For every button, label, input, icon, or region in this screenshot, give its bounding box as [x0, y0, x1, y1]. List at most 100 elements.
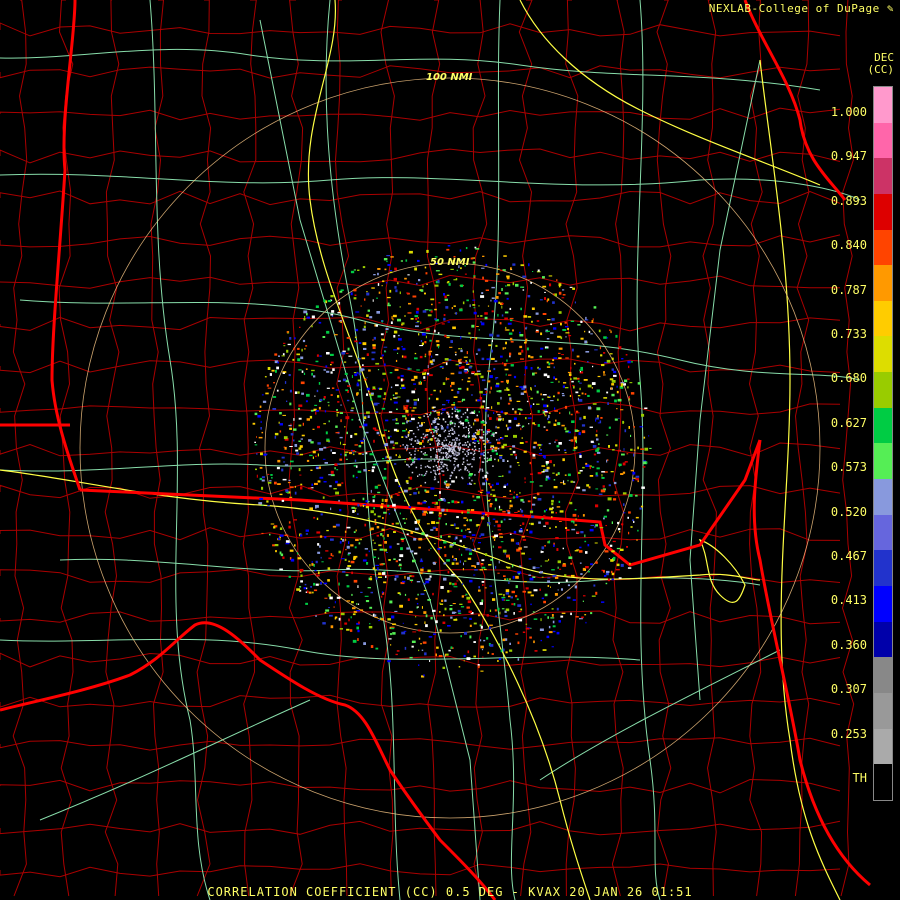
radar-echo-pixel [454, 467, 456, 470]
radar-echo-pixel [368, 369, 371, 372]
radar-echo-pixel [464, 412, 467, 414]
radar-echo-pixel [476, 496, 481, 499]
radar-echo-pixel [543, 515, 546, 518]
radar-echo-pixel [620, 563, 624, 567]
legend-swatch [874, 585, 892, 622]
radar-echo-pixel [436, 411, 440, 414]
radar-echo-pixel [299, 445, 303, 448]
radar-echo-pixel [418, 637, 421, 640]
radar-echo-pixel [423, 500, 426, 502]
radar-echo-pixel [451, 408, 454, 410]
radar-echo-pixel [539, 355, 542, 358]
radar-echo-pixel [520, 307, 522, 311]
radar-echo-pixel [559, 568, 562, 570]
radar-echo-pixel [443, 513, 447, 516]
radar-echo-pixel [453, 454, 455, 456]
radar-echo-pixel [442, 404, 446, 406]
radar-echo-pixel [620, 409, 624, 411]
radar-echo-pixel [426, 523, 430, 525]
radar-echo-pixel [564, 427, 567, 430]
radar-echo-pixel [558, 357, 562, 359]
radar-echo-pixel [274, 432, 279, 436]
radar-echo-pixel [507, 460, 509, 462]
radar-echo-pixel [427, 506, 431, 509]
radar-echo-pixel [436, 449, 438, 451]
legend-swatch [874, 372, 892, 408]
radar-echo-pixel [547, 417, 549, 420]
radar-echo-pixel [346, 545, 350, 549]
radar-echo-pixel [453, 558, 456, 561]
radar-echo-pixel [440, 446, 443, 449]
radar-echo-pixel [379, 548, 384, 551]
radar-echo-pixel [430, 298, 435, 301]
radar-echo-pixel [396, 347, 400, 350]
radar-echo-pixel [611, 357, 614, 360]
radar-echo-pixel [288, 525, 291, 529]
radar-echo-pixel [459, 308, 463, 312]
radar-echo-pixel [270, 474, 273, 476]
radar-echo-pixel [548, 540, 551, 544]
radar-echo-pixel [434, 472, 436, 474]
radar-echo-pixel [540, 332, 543, 336]
radar-echo-pixel [481, 267, 485, 269]
radar-echo-pixel [290, 467, 292, 470]
radar-echo-pixel [414, 552, 418, 555]
radar-echo-pixel [471, 448, 474, 451]
radar-echo-pixel [637, 382, 641, 385]
radar-echo-pixel [395, 359, 398, 362]
radar-echo-pixel [418, 649, 420, 652]
radar-echo-pixel [641, 413, 645, 417]
radar-echo-pixel [418, 629, 421, 632]
radar-echo-pixel [394, 368, 399, 371]
radar-echo-pixel [414, 456, 416, 459]
radar-echo-pixel [335, 480, 338, 484]
radar-echo-pixel [447, 625, 451, 627]
radar-echo-pixel [610, 387, 613, 390]
radar-echo-pixel [515, 575, 519, 579]
radar-echo-pixel [424, 353, 427, 356]
radar-echo-pixel [369, 606, 373, 609]
radar-echo-pixel [428, 636, 433, 638]
radar-echo-pixel [574, 550, 579, 552]
radar-echo-pixel [294, 391, 298, 394]
radar-echo-pixel [509, 317, 514, 320]
radar-echo-pixel [386, 331, 388, 333]
radar-echo-pixel [337, 312, 341, 314]
radar-echo-pixel [424, 341, 427, 344]
radar-echo-pixel [316, 517, 319, 520]
radar-echo-pixel [372, 299, 374, 302]
radar-echo-pixel [544, 545, 546, 547]
radar-echo-pixel [466, 459, 468, 462]
radar-echo-pixel [292, 358, 295, 361]
radar-echo-pixel [346, 399, 350, 402]
radar-echo-pixel [466, 416, 469, 419]
radar-echo-pixel [330, 553, 333, 556]
radar-echo-pixel [486, 457, 489, 459]
legend-tick-label: 1.000 [830, 105, 867, 119]
radar-echo-pixel [497, 660, 499, 662]
radar-echo-pixel [378, 434, 381, 436]
radar-echo-pixel [469, 579, 473, 583]
radar-echo-pixel [283, 342, 286, 344]
radar-echo-pixel [377, 567, 379, 571]
radar-echo-pixel [523, 385, 527, 389]
radar-echo-pixel [448, 649, 451, 652]
radar-echo-pixel [500, 649, 503, 653]
radar-echo-pixel [340, 558, 345, 560]
radar-echo-pixel [591, 387, 593, 389]
radar-echo-pixel [259, 410, 262, 412]
radar-echo-pixel [497, 524, 501, 528]
radar-echo-pixel [495, 377, 499, 379]
radar-echo-pixel [368, 626, 373, 629]
radar-echo-pixel [319, 476, 324, 479]
radar-echo-pixel [491, 653, 494, 655]
radar-echo-pixel [435, 354, 439, 356]
radar-echo-pixel [621, 358, 624, 360]
radar-echo-pixel [500, 520, 503, 523]
radar-echo-pixel [427, 372, 430, 375]
radar-echo-pixel [489, 333, 494, 337]
radar-echo-pixel [479, 468, 481, 470]
radar-echo-pixel [595, 504, 599, 508]
radar-echo-pixel [475, 337, 478, 340]
radar-echo-pixel [438, 517, 441, 520]
